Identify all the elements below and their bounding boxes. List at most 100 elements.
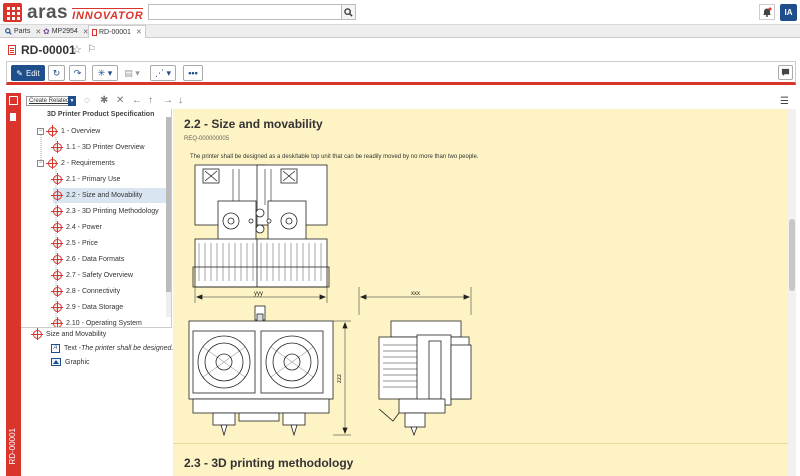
more-icon: ••• xyxy=(188,68,198,78)
collapse-toggle[interactable]: − xyxy=(37,128,44,135)
tree-item[interactable]: 2.8 - Connectivity xyxy=(51,284,166,299)
tree-scrollbar[interactable] xyxy=(166,117,171,317)
tree-item-label: 2.6 - Data Formats xyxy=(66,256,125,263)
tab-rd-00001[interactable]: RD-00001 ✕ xyxy=(88,25,146,38)
search-icon xyxy=(5,28,12,35)
next-section-title: 2.3 - 3D printing methodology xyxy=(184,456,354,470)
tree-item[interactable]: 1.1 - 3D Printer Overview xyxy=(51,140,166,155)
tree-item[interactable]: − 1 - Overview xyxy=(37,124,166,139)
search-button[interactable] xyxy=(341,4,356,20)
tree-item-label: 2.10 - Operating System xyxy=(66,320,142,327)
apps-grid-icon[interactable] xyxy=(3,3,22,22)
props-graphic-label: Graphic xyxy=(65,358,90,366)
item-sidebar: RD-00001 xyxy=(6,93,21,476)
tree-item-label: 2.8 - Connectivity xyxy=(66,288,121,295)
tree-item-label: 2.1 - Primary Use xyxy=(66,176,121,183)
document-scrollbar[interactable] xyxy=(788,109,796,476)
edit-button[interactable]: ✎ Edit xyxy=(11,65,45,81)
props-text-row[interactable]: A Text - The printer shall be designed..… xyxy=(51,344,177,353)
star-icon[interactable]: ☆ xyxy=(72,43,82,56)
tree-item[interactable]: 2.10 - Operating System xyxy=(51,316,166,327)
settings-icon[interactable]: ✱ xyxy=(100,96,108,106)
arrow-right-icon[interactable]: → xyxy=(163,96,173,106)
tab-label: RD-00001 xyxy=(99,28,131,36)
tree-item[interactable]: 2.3 - 3D Printing Methodology xyxy=(51,204,166,219)
requirement-icon xyxy=(51,237,63,249)
comment-button[interactable] xyxy=(778,65,793,80)
share-icon: ⋰ ▾ xyxy=(154,67,172,78)
tab-mp2954[interactable]: ✿ MP2954 ✕ xyxy=(40,25,92,38)
redo-button[interactable]: ↷ xyxy=(69,65,86,81)
tab-label: Parts xyxy=(14,28,31,35)
tree-item[interactable]: 2.9 - Data Storage xyxy=(51,300,166,315)
delete-icon[interactable]: ✕ xyxy=(116,96,124,106)
requirement-icon xyxy=(51,269,63,281)
props-title: Size and Movability xyxy=(46,331,107,338)
requirement-icon xyxy=(31,328,43,340)
create-related-select[interactable]: Create Related ▼ xyxy=(26,96,76,106)
notifications-button[interactable] xyxy=(759,4,775,20)
clipboard-dropdown[interactable]: ▤ ▾ xyxy=(121,65,143,81)
tree-item[interactable]: 2.1 - Primary Use xyxy=(51,172,166,187)
tree-panel: 3D Printer Product Specification −1 - Ov… xyxy=(21,109,172,327)
share-dropdown[interactable]: ⋰ ▾ xyxy=(150,65,176,81)
tree-item-label: 1.1 - 3D Printer Overview xyxy=(66,144,145,151)
more-button[interactable]: ••• xyxy=(183,65,203,81)
tree-item[interactable]: 2.6 - Data Formats xyxy=(51,252,166,267)
document-icon xyxy=(9,112,17,122)
user-avatar[interactable]: IA xyxy=(780,4,797,21)
tree-item[interactable]: 2.4 - Power xyxy=(51,220,166,235)
requirement-icon xyxy=(51,221,63,233)
search-icon xyxy=(344,7,353,17)
requirement-icon xyxy=(51,301,63,313)
props-text-value: The printer shall be designed... xyxy=(81,345,178,352)
arrow-up-icon[interactable]: ↑ xyxy=(148,96,153,106)
tree-item[interactable]: 2.7 - Safety Overview xyxy=(51,268,166,283)
props-title-row[interactable]: Size and Movability xyxy=(31,328,107,340)
sidebar-item-label: RD-00001 xyxy=(8,427,17,464)
item-title-bar: RD-00001 ☆ ⚐ xyxy=(0,39,800,61)
collapse-toggle[interactable]: − xyxy=(37,160,44,167)
document-icon[interactable] xyxy=(9,96,18,105)
tree-item-label: 2.3 - 3D Printing Methodology xyxy=(66,208,159,215)
arrow-down-icon[interactable]: ↓ xyxy=(178,96,183,106)
comment-icon xyxy=(781,68,790,77)
arrow-left-icon[interactable]: ← xyxy=(132,96,142,106)
props-graphic-row[interactable]: Graphic xyxy=(51,358,90,366)
tree-scrollbar-thumb[interactable] xyxy=(166,117,171,292)
tab-parts[interactable]: Parts ✕ xyxy=(2,25,44,38)
structure-dropdown[interactable]: ✳ ▾ xyxy=(92,65,118,81)
redo-icon: ↷ xyxy=(73,67,82,78)
refresh-icon: ↻ xyxy=(52,67,61,78)
text-icon: A xyxy=(51,344,60,353)
tree-item[interactable]: 2.2 - Size and Movability xyxy=(51,188,166,203)
tree-item-label: 2.4 - Power xyxy=(66,224,102,231)
refresh-button[interactable]: ↻ xyxy=(48,65,65,81)
main-toolbar: ✎ Edit ↻ ↷ ✳ ▾ ▤ ▾ ⋰ ▾ ••• xyxy=(6,61,796,85)
close-icon[interactable]: ✕ xyxy=(136,28,142,36)
tree-item[interactable]: 2.5 - Price xyxy=(51,236,166,251)
search-input[interactable] xyxy=(148,4,341,20)
pencil-icon: ✎ xyxy=(16,68,23,78)
requirement-icon xyxy=(51,173,63,185)
tree-item[interactable]: − 2 - Requirements xyxy=(37,156,166,171)
document-scrollbar-thumb[interactable] xyxy=(789,219,795,291)
logo-main: aras xyxy=(27,2,69,23)
edit-label: Edit xyxy=(25,68,40,78)
top-bar: aras INNOVATOR IA xyxy=(0,0,800,25)
tab-bar: Parts ✕ ✿ MP2954 ✕ RD-00001 ✕ xyxy=(0,25,800,38)
section-divider xyxy=(173,443,788,444)
document-view[interactable]: 2.2 - Size and movability REQ-000000005 … xyxy=(173,109,788,476)
page-title: RD-00001 xyxy=(21,43,76,57)
logo-sub: INNOVATOR xyxy=(72,8,144,22)
dimension-yyy: yyy xyxy=(254,291,263,297)
tree-item-label: 2.9 - Data Storage xyxy=(66,304,124,311)
document-icon xyxy=(8,45,16,55)
requirement-icon xyxy=(51,253,63,265)
hamburger-menu-icon[interactable]: ☰ xyxy=(780,96,789,107)
app-logo: aras INNOVATOR xyxy=(27,2,144,23)
timer-icon[interactable]: ◌ xyxy=(84,96,90,106)
flag-icon[interactable]: ⚐ xyxy=(87,44,96,55)
requirement-icon xyxy=(51,205,63,217)
graphic-icon xyxy=(51,358,61,366)
